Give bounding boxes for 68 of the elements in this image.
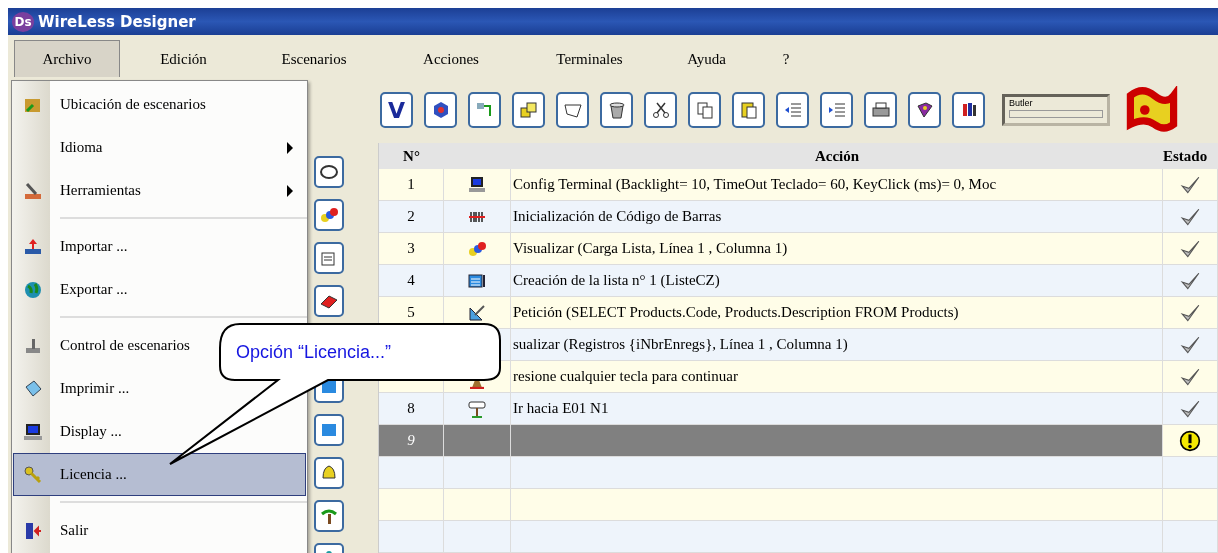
- icon-cell: [444, 489, 511, 521]
- action-cell: Ir hacia E01 N1: [511, 393, 1163, 425]
- column-header: Acción: [511, 143, 1163, 169]
- menu-item[interactable]: Herramientas: [13, 169, 306, 212]
- menu-bar-item[interactable]: Ayuda: [658, 40, 755, 77]
- menu-bar-item[interactable]: Acciones: [381, 40, 521, 77]
- tool-button[interactable]: [644, 92, 677, 128]
- menu-item[interactable]: Exportar ...: [13, 268, 306, 311]
- menu-item[interactable]: Salir: [13, 509, 306, 552]
- number-cell: 1: [379, 169, 444, 201]
- indent-icon: [826, 100, 847, 120]
- action-cell: Inicialización de Código de Barras: [511, 201, 1163, 233]
- number-cell: [379, 457, 444, 489]
- submenu-arrow-icon: [287, 141, 293, 154]
- number-cell: 9: [379, 425, 444, 457]
- number-cell: [379, 489, 444, 521]
- column-header: Estado: [1163, 143, 1218, 169]
- tool-button[interactable]: [314, 285, 344, 317]
- icon-cell: [444, 457, 511, 489]
- action-cell: Config Terminal (Backlight= 10, TimeOut Teclado= 60, KeyClick (ms)= 0, Moc: [511, 169, 1163, 201]
- column-header: N°: [379, 143, 444, 169]
- app-logo: Ds: [12, 11, 34, 32]
- menu-item[interactable]: Display ...: [13, 410, 306, 453]
- computer-icon: [23, 421, 43, 442]
- window-title: WireLess Designer: [38, 12, 196, 31]
- action-cell: Petición (SELECT Products.Code, Products.Description FROM Products): [511, 297, 1163, 329]
- tool-button[interactable]: [908, 92, 941, 128]
- menu-bar-item[interactable]: Edición: [120, 40, 247, 77]
- action-cell: sualizar (Registros {iNbrEnregs}, Línea 1 , Columna 1): [511, 329, 1163, 361]
- copy-icon: [694, 100, 715, 120]
- number-cell: 2: [379, 201, 444, 233]
- tool-button[interactable]: V: [380, 92, 413, 128]
- paste-icon: [738, 100, 759, 120]
- number-cell: 3: [379, 233, 444, 265]
- submenu-arrow-icon: [287, 184, 293, 197]
- menu-item[interactable]: Imprimir ...: [13, 367, 306, 410]
- globe-icon: [23, 279, 43, 300]
- menu-item[interactable]: Idioma: [13, 126, 306, 169]
- action-cell: Visualizar (Carga Lista, Línea 1 , Columna 1): [511, 233, 1163, 265]
- exit-door-icon: [23, 520, 43, 541]
- computer-icon: [467, 174, 487, 195]
- warning-icon: [1179, 429, 1201, 452]
- signpost-icon: [467, 398, 487, 419]
- tools-icon: [23, 180, 43, 201]
- callout-text: Opción “Licencia...”: [236, 342, 392, 363]
- tool-button[interactable]: [314, 156, 344, 188]
- cubes-icon: [518, 100, 539, 120]
- menu-item[interactable]: Licencia ...: [13, 453, 306, 496]
- action-cell: Creación de la lista n° 1 (ListeCZ): [511, 265, 1163, 297]
- menu-bar-item[interactable]: ?: [755, 40, 817, 77]
- number-cell: 4: [379, 265, 444, 297]
- pencil-ruler-icon: [467, 302, 487, 323]
- icon-cell: [444, 521, 511, 553]
- number-cell: 8: [379, 393, 444, 425]
- number-cell: [379, 521, 444, 553]
- scissors-icon: [650, 100, 671, 120]
- menu-bar-item[interactable]: Escenarios: [247, 40, 381, 77]
- tool-button[interactable]: [424, 92, 457, 128]
- tool-button[interactable]: [600, 92, 633, 128]
- status-label: Butler: [1009, 98, 1034, 108]
- menu-bar-item[interactable]: Terminales: [521, 40, 658, 77]
- menu-bar-item[interactable]: Archivo: [14, 40, 120, 77]
- menu-item[interactable]: Ubicación de escenarios: [13, 83, 306, 126]
- key-icon: [23, 464, 43, 485]
- action-cell: resione cualquier tecla para continuar: [511, 361, 1163, 393]
- tool-button[interactable]: [314, 500, 344, 532]
- tool-button[interactable]: [952, 92, 985, 128]
- menu-item[interactable]: Importar ...: [13, 225, 306, 268]
